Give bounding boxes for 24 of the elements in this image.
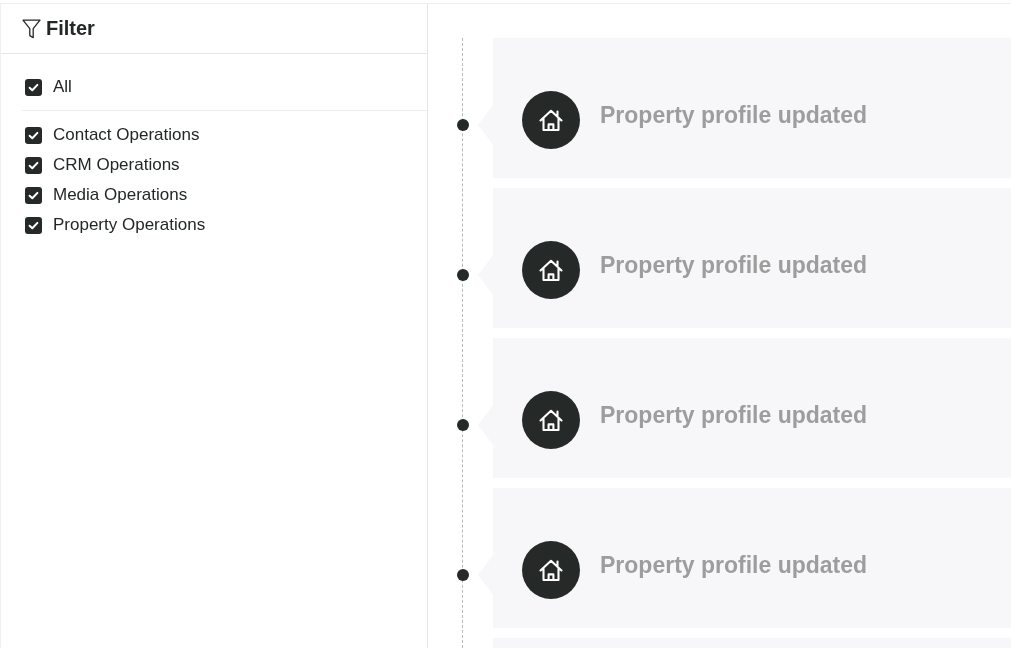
checkbox[interactable] — [25, 156, 42, 174]
event-title: Property profile updated — [600, 551, 868, 579]
event-title: Property profile updated — [600, 401, 868, 429]
house-icon — [522, 241, 580, 299]
checkbox[interactable] — [25, 186, 42, 204]
timeline-dot-icon — [457, 569, 469, 581]
checkbox[interactable] — [25, 216, 42, 234]
filter-option-label[interactable]: Property Operations — [53, 215, 206, 235]
checkbox[interactable] — [25, 126, 42, 144]
filter-icon — [22, 18, 41, 39]
panel-title: Filter — [46, 17, 95, 40]
checkbox[interactable] — [25, 78, 42, 96]
house-icon — [522, 541, 580, 599]
event-title: Property profile updated — [600, 251, 868, 279]
house-icon — [522, 91, 580, 149]
event-title: Property profile updated — [600, 101, 868, 129]
timeline-dot-icon — [457, 269, 469, 281]
house-icon — [522, 391, 580, 449]
filter-option-label[interactable]: Contact Operations — [53, 125, 200, 145]
timeline-dot-icon — [457, 119, 469, 131]
filter-option-label[interactable]: CRM Operations — [53, 155, 180, 175]
filter-option-label[interactable]: Media Operations — [53, 185, 188, 205]
filter-option-label[interactable]: All — [53, 77, 72, 97]
timeline-dot-icon — [457, 419, 469, 431]
